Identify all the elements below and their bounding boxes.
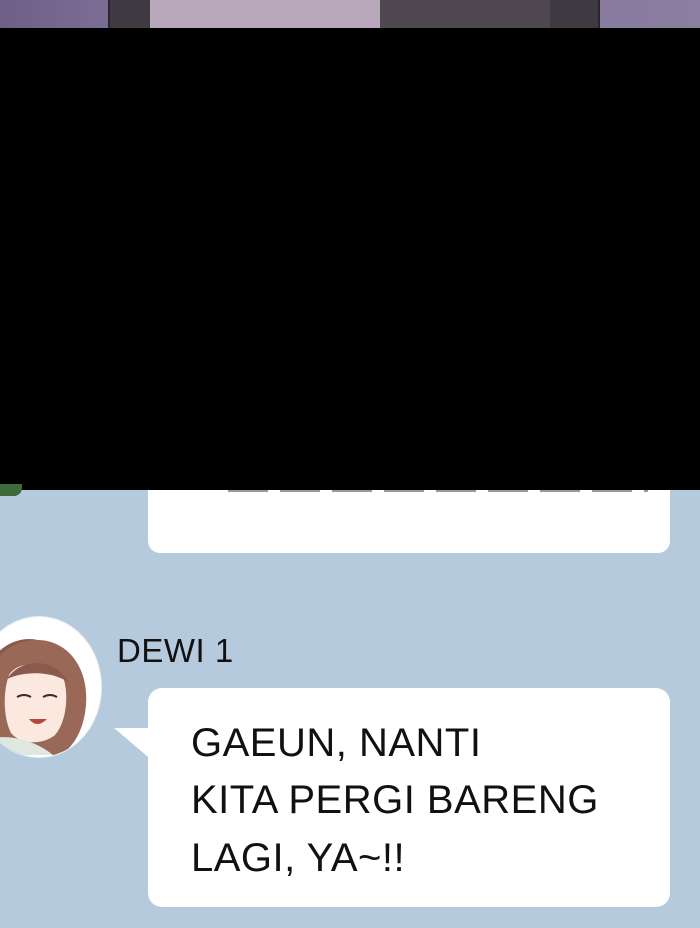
avatar [0, 616, 102, 758]
avatar-illustration [0, 639, 87, 755]
message-line: LAGI, YA~!! [191, 836, 406, 880]
message-line: KITA PERGI BARENG [191, 778, 599, 822]
redacted-panel [0, 28, 700, 496]
panel-artwork-strip [0, 0, 700, 28]
message-line: GAEUN, NANTI [191, 721, 482, 765]
leaf-fragment [0, 484, 22, 496]
sender-name: DEWI 1 [117, 632, 234, 669]
previous-message-bubble [148, 490, 670, 553]
face-artwork [150, 0, 400, 28]
cropped-text-fragment [228, 490, 648, 492]
shadow-artwork [380, 0, 550, 28]
